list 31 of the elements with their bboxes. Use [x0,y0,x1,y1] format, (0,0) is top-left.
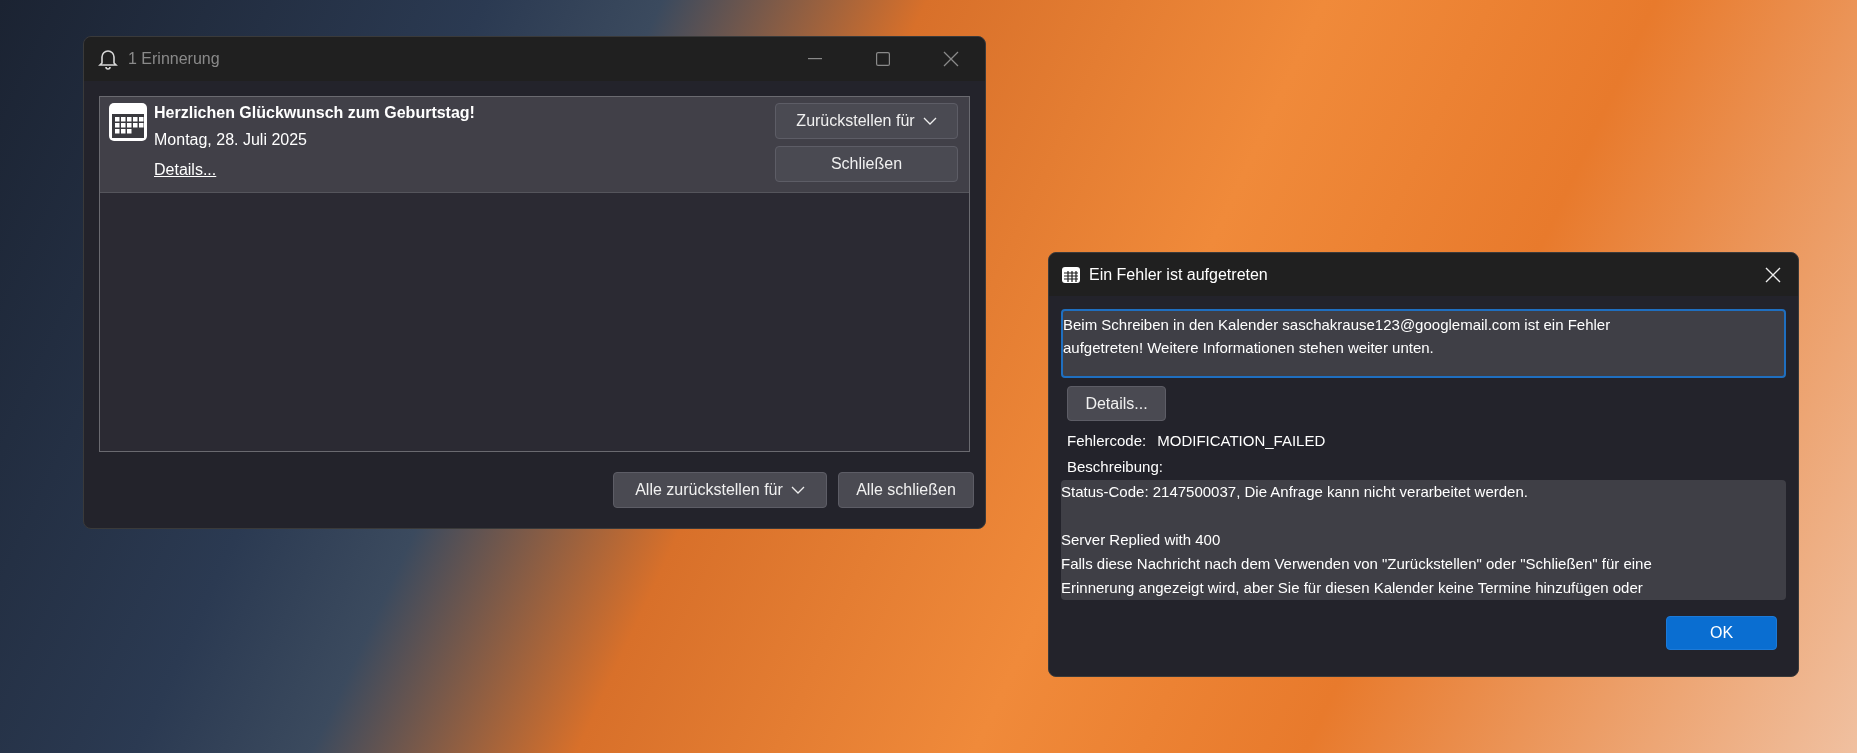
description-line: Falls diese Nachricht nach dem Verwenden von "Zurückstellen" oder "Schließen" für eine [1061,554,1653,574]
details-button[interactable]: Details... [1067,386,1166,421]
calendar-icon [108,102,148,142]
dismiss-all-button[interactable]: Alle schließen [838,472,974,508]
minimize-icon [808,58,822,60]
close-icon [943,51,959,67]
snooze-all-dropdown[interactable]: Alle zurückstellen für [613,472,827,508]
table-icon [1062,266,1080,283]
description-line: Erinnerung angezeigt wird, aber Sie für diesen Kalender keine Termine hinzufügen oder [1061,578,1644,598]
details-link[interactable]: Details... [154,160,217,180]
close-icon [1765,266,1781,283]
error-code-label: Fehlercode: [1067,431,1147,451]
dialog-title: Ein Fehler ist aufgetreten [1089,264,1268,285]
message-line: aufgetreten! Weitere Informationen stehen weiter unten. [1063,338,1435,358]
snooze-dropdown[interactable]: Zurückstellen für [775,103,958,139]
window-title: 1 Erinnerung [128,49,220,69]
description-label: Beschreibung: [1067,457,1163,477]
description-line: Server Replied with 400 [1061,530,1222,550]
message-line: Beim Schreiben in den Kalender saschakrause123@googlemail.com ist ein Fehler [1063,315,1612,335]
message-field[interactable]: Beim Schreiben in den Kalender saschakrause123@googlemail.com ist ein Fehler aufgetreten! Weitere Informationen stehen weiter unten. [1061,309,1786,378]
error-code: MODIFICATION_FAILED [1157,431,1326,451]
reminder-item[interactable]: Herzlichen Glückwunsch zum Geburtstag! Montag, 28. Juli 2025 Details... Zurückstellen für Schließen [100,97,969,193]
bell-icon [98,48,118,70]
reminder-title: Herzlichen Glückwunsch zum Geburtstag! [154,103,476,123]
maximize-icon [876,52,890,66]
chevron-down-icon [922,117,937,125]
reminder-date: Montag, 28. Juli 2025 [154,130,308,150]
chevron-down-icon [790,486,805,494]
description-line: Status-Code: 2147500037, Die Anfrage kann nicht verarbeitet werden. [1061,482,1529,502]
ok-button[interactable]: OK [1666,616,1777,650]
dismiss-button[interactable]: Schließen [775,146,958,182]
